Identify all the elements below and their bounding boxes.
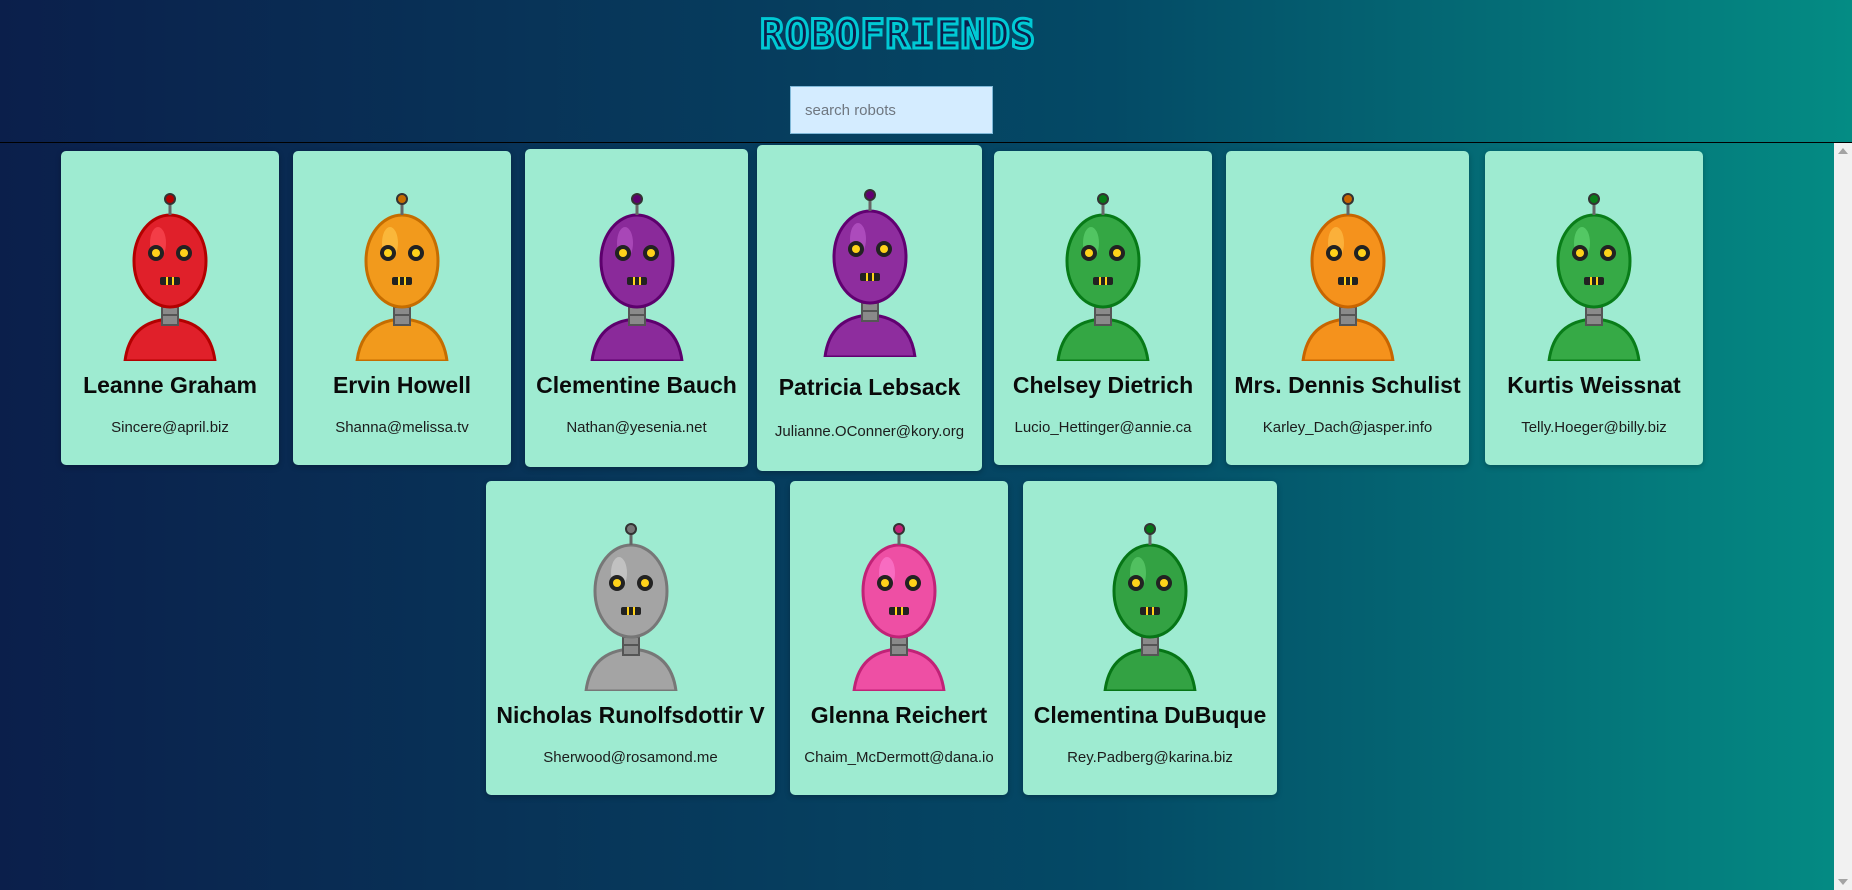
robot-antenna-tip xyxy=(624,523,637,535)
robot-card[interactable]: Nicholas Runolfsdottir V Sherwood@rosamo… xyxy=(486,481,775,795)
robot-mouth xyxy=(626,277,647,285)
robot-pupil xyxy=(1576,249,1584,257)
scroll-down-icon[interactable] xyxy=(1838,879,1848,885)
robot-pupil xyxy=(1160,579,1168,587)
robot-email: Chaim_McDermott@dana.io xyxy=(804,749,994,766)
robot-pupil xyxy=(1113,249,1121,257)
robot-pupil xyxy=(152,249,160,257)
robot-card[interactable]: Kurtis Weissnat Telly.Hoeger@billy.biz xyxy=(1485,151,1703,465)
robot-name: Clementine Bauch xyxy=(536,372,737,398)
robot-card[interactable]: Clementine Bauch Nathan@yesenia.net xyxy=(525,149,748,467)
robot-email: Telly.Hoeger@billy.biz xyxy=(1521,419,1667,436)
robot-avatar-icon xyxy=(1547,193,1641,361)
robot-mouth xyxy=(160,277,180,285)
robot-antenna-tip xyxy=(863,189,876,201)
robot-head xyxy=(861,543,937,639)
robot-avatar-icon xyxy=(1300,193,1395,361)
robot-pupil xyxy=(1329,249,1338,257)
robot-email: Nathan@yesenia.net xyxy=(566,419,707,436)
robot-mouth xyxy=(620,607,641,615)
scrollbar[interactable] xyxy=(1834,143,1852,890)
header: ROBOFRIENDS xyxy=(0,0,1852,142)
robot-name: Nicholas Runolfsdottir V xyxy=(496,702,765,728)
robot-mouth xyxy=(1337,277,1358,285)
robot-email: Sincere@april.biz xyxy=(111,419,229,436)
robot-pupil xyxy=(1085,249,1093,257)
robot-mouth xyxy=(1093,277,1113,285)
robot-pupil xyxy=(1132,579,1140,587)
robot-antenna-tip xyxy=(1144,523,1156,535)
robot-avatar-icon xyxy=(583,523,678,691)
app-title: ROBOFRIENDS xyxy=(759,11,1037,60)
robot-head xyxy=(1112,543,1188,639)
robot-pupil xyxy=(384,249,392,257)
robot-pupil xyxy=(646,249,655,257)
robot-card[interactable]: Patricia Lebsack Julianne.OConner@kory.o… xyxy=(757,145,982,471)
robot-email: Sherwood@rosamond.me xyxy=(543,749,718,766)
card-list: Leanne Graham Sincere@april.biz Ervin Ho… xyxy=(0,143,1852,890)
robot-antenna-tip xyxy=(1097,193,1109,205)
robot-mouth xyxy=(889,607,909,615)
robot-avatar-icon xyxy=(822,189,917,357)
robot-head xyxy=(832,209,907,305)
robot-name: Kurtis Weissnat xyxy=(1507,372,1681,398)
robot-avatar-icon xyxy=(589,193,684,361)
robot-pupil xyxy=(879,245,888,253)
robot-name: Clementina DuBuque xyxy=(1033,702,1267,728)
robot-head xyxy=(1556,213,1632,309)
robot-pupil xyxy=(618,249,627,257)
robot-pupil xyxy=(1357,249,1366,257)
robot-email: Shanna@melissa.tv xyxy=(335,419,469,436)
robot-email: Julianne.OConner@kory.org xyxy=(774,423,965,440)
scroll-up-icon[interactable] xyxy=(1838,148,1848,154)
robot-email: Karley_Dach@jasper.info xyxy=(1262,419,1433,436)
robot-card[interactable]: Leanne Graham Sincere@april.biz xyxy=(61,151,279,465)
robot-name: Leanne Graham xyxy=(83,372,257,398)
robot-avatar-icon xyxy=(123,193,217,361)
robot-name: Mrs. Dennis Schulist xyxy=(1234,372,1461,398)
search-input[interactable] xyxy=(790,86,993,134)
robot-head xyxy=(1310,213,1385,309)
robot-head xyxy=(1065,213,1141,309)
robot-pupil xyxy=(1604,249,1612,257)
robot-pupil xyxy=(640,579,649,587)
robot-card[interactable]: Glenna Reichert Chaim_McDermott@dana.io xyxy=(790,481,1008,795)
robot-mouth xyxy=(1140,607,1160,615)
robot-card[interactable]: Mrs. Dennis Schulist Karley_Dach@jasper.… xyxy=(1226,151,1469,465)
robot-mouth xyxy=(859,273,880,281)
robot-antenna-tip xyxy=(164,193,176,205)
robot-email: Lucio_Hettinger@annie.ca xyxy=(1014,419,1192,436)
robot-avatar-icon xyxy=(1103,523,1197,691)
robot-antenna-tip xyxy=(396,193,408,205)
robot-pupil xyxy=(909,579,917,587)
robot-pupil xyxy=(851,245,860,253)
robot-head xyxy=(599,213,674,309)
robot-name: Patricia Lebsack xyxy=(778,374,961,400)
robot-mouth xyxy=(1584,277,1604,285)
robot-pupil xyxy=(881,579,889,587)
robot-name: Glenna Reichert xyxy=(810,702,988,728)
robot-pupil xyxy=(180,249,188,257)
robot-pupil xyxy=(412,249,420,257)
robot-avatar-icon xyxy=(355,193,449,361)
robot-avatar-icon xyxy=(1056,193,1150,361)
robot-card[interactable]: Chelsey Dietrich Lucio_Hettinger@annie.c… xyxy=(994,151,1212,465)
robot-card[interactable]: Ervin Howell Shanna@melissa.tv xyxy=(293,151,511,465)
robot-antenna-tip xyxy=(1341,193,1354,205)
robot-head xyxy=(132,213,208,309)
robot-mouth xyxy=(392,277,412,285)
robot-head xyxy=(364,213,440,309)
robot-name: Ervin Howell xyxy=(332,372,472,398)
robot-head xyxy=(593,543,668,639)
robot-avatar-icon xyxy=(852,523,946,691)
robot-pupil xyxy=(612,579,621,587)
robot-name: Chelsey Dietrich xyxy=(1012,372,1194,398)
robot-antenna-tip xyxy=(893,523,905,535)
robot-card[interactable]: Clementina DuBuque Rey.Padberg@karina.bi… xyxy=(1023,481,1277,795)
robot-antenna-tip xyxy=(630,193,643,205)
robot-antenna-tip xyxy=(1588,193,1600,205)
robot-email: Rey.Padberg@karina.biz xyxy=(1067,749,1233,766)
